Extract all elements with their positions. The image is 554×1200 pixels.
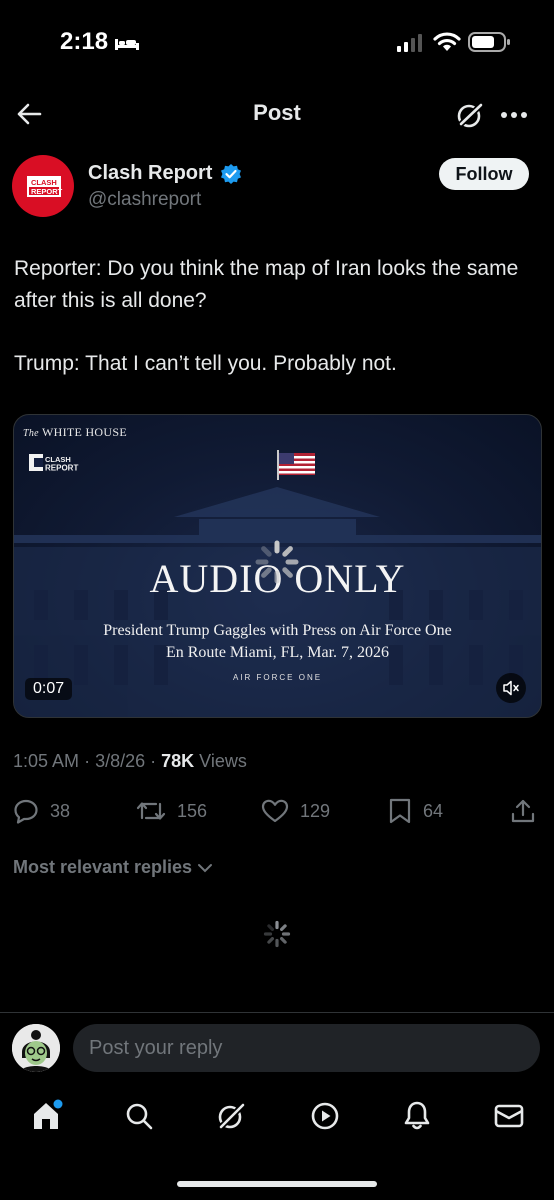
tab-notifications[interactable]: [400, 1099, 434, 1133]
loading-spinner-icon: [255, 540, 299, 584]
clash-report-watermark: CLASH REPORT: [29, 454, 78, 473]
status-time: 2:18: [60, 28, 109, 55]
author-name[interactable]: Clash Report: [88, 162, 212, 185]
avatar-text-2: REPORT: [31, 187, 63, 196]
air-force-one-label: AIR FORCE ONE: [232, 673, 323, 682]
repost-action[interactable]: 156: [136, 798, 207, 824]
tab-video[interactable]: [308, 1099, 342, 1133]
post-meta: 1:05 AM · 3/8/26 · 78K Views: [13, 751, 247, 771]
clash-report-logo: CLASH REPORT: [27, 176, 63, 197]
video-icon: [311, 1102, 339, 1130]
cellular-signal-icon: [396, 34, 424, 52]
verified-badge-icon: [220, 163, 242, 185]
replies-sort-label: Most relevant replies: [13, 857, 193, 877]
reply-action[interactable]: 38: [13, 798, 70, 824]
tab-home[interactable]: [30, 1099, 64, 1133]
follow-button[interactable]: Follow: [439, 158, 529, 190]
sleep-mode-icon: [114, 35, 140, 51]
loading-spinner-icon: [263, 920, 291, 948]
share-icon: [511, 799, 535, 823]
bookmark-action[interactable]: 64: [388, 798, 443, 824]
post-body: Reporter: Do you think the map of Iran l…: [14, 253, 542, 380]
reply-input[interactable]: [73, 1024, 540, 1072]
mute-icon: [503, 680, 519, 696]
views-label: Views: [199, 751, 247, 771]
wifi-icon: [433, 31, 461, 53]
tab-grok[interactable]: [214, 1099, 248, 1133]
avatar-text-1: CLASH: [31, 178, 57, 187]
share-button[interactable]: [510, 798, 536, 824]
video-duration: 0:07: [25, 678, 73, 700]
video-subtitle: President Trump Gaggles with Press on Ai…: [14, 620, 541, 664]
avatar-illustration: [12, 1024, 60, 1072]
video-subtitle-line-2: En Route Miami, FL, Mar. 7, 2026: [165, 644, 390, 661]
bookmark-icon: [389, 798, 411, 824]
user-avatar[interactable]: [12, 1024, 60, 1072]
repost-icon: [136, 802, 166, 820]
svg-text:REPORT: REPORT: [45, 464, 78, 473]
home-icon: [34, 1099, 63, 1129]
mute-button[interactable]: [496, 673, 526, 703]
views-count: 78K: [161, 751, 195, 771]
video-player[interactable]: The WHITE HOUSE CLASH REPORT AUDIO ONLY …: [13, 414, 542, 718]
more-icon[interactable]: [500, 111, 528, 119]
post-paragraph-2: Trump: That I can’t tell you. Probably n…: [14, 352, 397, 375]
post-date: 3/8/26: [95, 751, 146, 771]
messages-icon: [494, 1104, 524, 1128]
white-house-label: The WHITE HOUSE: [23, 425, 127, 439]
author-avatar[interactable]: CLASH REPORT: [12, 155, 74, 217]
tab-search[interactable]: [122, 1099, 156, 1133]
notifications-icon: [404, 1101, 430, 1130]
reply-icon: [14, 799, 38, 824]
battery-icon: [468, 32, 512, 52]
tab-messages[interactable]: [492, 1099, 526, 1133]
video-subtitle-line-1: President Trump Gaggles with Press on Ai…: [103, 622, 452, 639]
like-icon: [261, 799, 289, 823]
home-indicator: [177, 1181, 377, 1187]
replies-sort-dropdown[interactable]: Most relevant replies: [13, 857, 214, 878]
grok-icon: [217, 1101, 247, 1131]
divider: [0, 1012, 554, 1013]
like-count: 129: [300, 800, 331, 821]
like-action[interactable]: 129: [261, 798, 330, 824]
grok-icon[interactable]: [456, 101, 484, 129]
post-paragraph-1: Reporter: Do you think the map of Iran l…: [14, 257, 519, 312]
american-flag-icon: [277, 450, 315, 480]
chevron-down-icon: [198, 863, 213, 872]
reply-count: 38: [50, 800, 71, 821]
search-icon: [126, 1103, 153, 1130]
author-handle[interactable]: @clashreport: [88, 189, 201, 211]
post-time: 1:05 AM: [13, 751, 80, 771]
notification-dot: [53, 1099, 63, 1109]
bookmark-count: 64: [423, 800, 444, 821]
repost-count: 156: [177, 800, 208, 821]
